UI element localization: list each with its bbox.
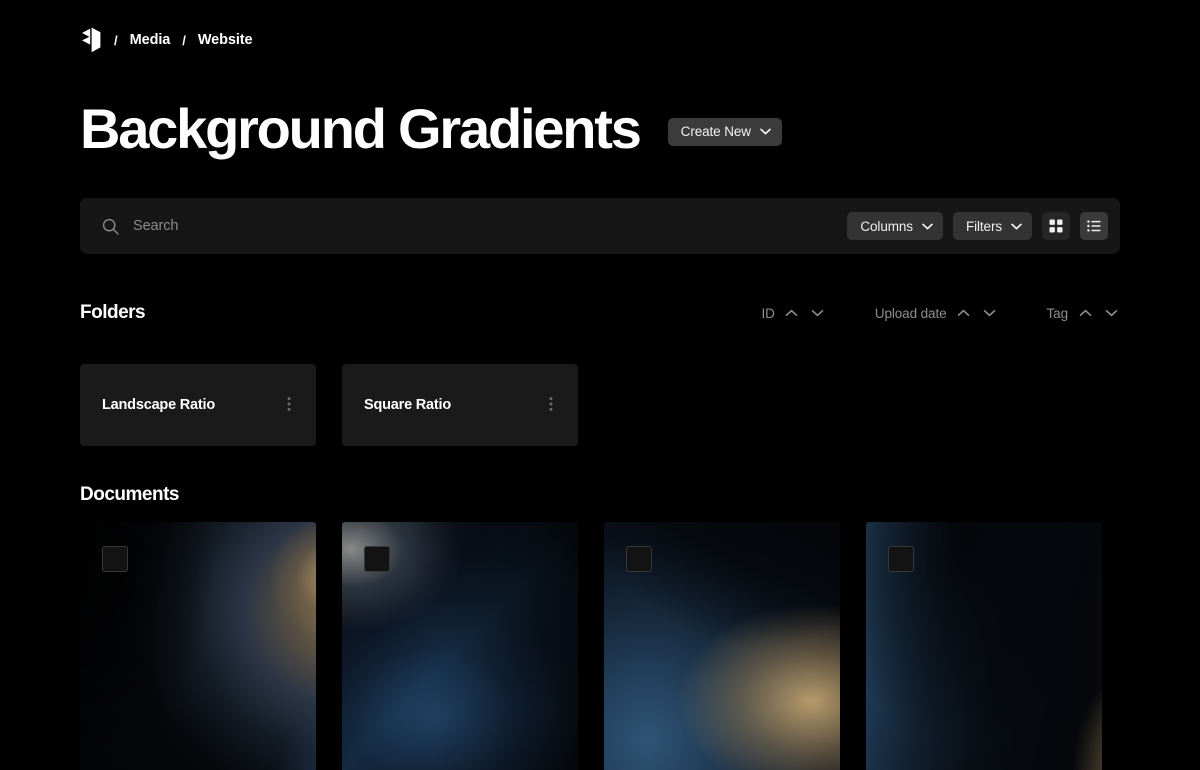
checkbox-unchecked-icon[interactable] bbox=[888, 546, 914, 572]
document-card[interactable] bbox=[604, 522, 840, 770]
filters-dropdown[interactable]: Filters bbox=[953, 212, 1032, 240]
sort-label-id: ID bbox=[762, 306, 775, 321]
sort-label-upload-date: Upload date bbox=[875, 306, 947, 321]
breadcrumb-item-media[interactable]: Media bbox=[130, 33, 171, 48]
documents-title: Documents bbox=[80, 484, 179, 506]
search-field-wrapper[interactable] bbox=[80, 198, 847, 254]
more-vertical-icon bbox=[549, 396, 553, 415]
folder-name: Landscape Ratio bbox=[102, 397, 215, 413]
folder-grid: Landscape Ratio Square Ratio bbox=[80, 364, 1120, 446]
sort-controls: ID Upload date bbox=[762, 304, 1121, 322]
checkbox-unchecked-icon[interactable] bbox=[626, 546, 652, 572]
document-grid bbox=[80, 522, 1120, 770]
page-title: Background Gradients bbox=[80, 100, 640, 157]
sort-group-tag: Tag bbox=[1047, 304, 1120, 322]
columns-dropdown[interactable]: Columns bbox=[847, 212, 943, 240]
sort-desc-tag[interactable] bbox=[1102, 304, 1120, 322]
breadcrumb-separator-2: / bbox=[182, 34, 186, 47]
filters-label: Filters bbox=[966, 219, 1002, 234]
search-toolbar: Columns Filters bbox=[80, 198, 1120, 254]
checkbox-unchecked-icon[interactable] bbox=[102, 546, 128, 572]
media-library-page: / Media / Website Background Gradients C… bbox=[0, 0, 1200, 770]
search-input[interactable] bbox=[133, 198, 847, 254]
chevron-up-icon bbox=[957, 309, 970, 317]
sort-group-id: ID bbox=[762, 304, 827, 322]
documents-section-header: Documents bbox=[80, 484, 179, 506]
sort-asc-id[interactable] bbox=[783, 304, 801, 322]
list-view-button[interactable] bbox=[1080, 212, 1108, 240]
create-new-label: Create New bbox=[681, 124, 751, 139]
checkbox-unchecked-icon[interactable] bbox=[364, 546, 390, 572]
document-card[interactable] bbox=[866, 522, 1102, 770]
folder-menu-button[interactable] bbox=[280, 395, 298, 415]
chevron-down-icon bbox=[1105, 309, 1118, 317]
create-new-button[interactable]: Create New bbox=[668, 118, 782, 146]
document-card[interactable] bbox=[342, 522, 578, 770]
grid-view-icon bbox=[1048, 218, 1064, 234]
chevron-down-icon bbox=[1011, 223, 1022, 230]
breadcrumb-item-website[interactable]: Website bbox=[198, 33, 253, 48]
document-card[interactable] bbox=[80, 522, 316, 770]
sort-label-tag: Tag bbox=[1047, 306, 1068, 321]
folder-name: Square Ratio bbox=[364, 397, 451, 413]
sort-asc-tag[interactable] bbox=[1076, 304, 1094, 322]
sort-asc-upload-date[interactable] bbox=[955, 304, 973, 322]
columns-label: Columns bbox=[860, 219, 913, 234]
folders-section-header: Folders ID bbox=[80, 302, 1120, 325]
breadcrumb-separator-1: / bbox=[114, 34, 118, 47]
search-icon bbox=[102, 218, 119, 235]
chevron-down-icon bbox=[922, 223, 933, 230]
breadcrumb: / Media / Website bbox=[80, 26, 252, 54]
page-header: Background Gradients Create New bbox=[80, 100, 782, 157]
more-vertical-icon bbox=[287, 396, 291, 415]
grid-view-button[interactable] bbox=[1042, 212, 1070, 240]
chevron-up-icon bbox=[785, 309, 798, 317]
folder-menu-button[interactable] bbox=[542, 395, 560, 415]
folders-title: Folders bbox=[80, 302, 145, 325]
chevron-down-icon bbox=[811, 309, 824, 317]
sort-group-upload-date: Upload date bbox=[875, 304, 999, 322]
toolbar-controls: Columns Filters bbox=[847, 212, 1108, 240]
chevron-up-icon bbox=[1079, 309, 1092, 317]
folder-card-landscape-ratio[interactable]: Landscape Ratio bbox=[80, 364, 316, 446]
chevron-down-icon bbox=[760, 128, 771, 135]
sort-desc-id[interactable] bbox=[809, 304, 827, 322]
cube-logo-icon[interactable] bbox=[80, 27, 102, 53]
sort-desc-upload-date[interactable] bbox=[981, 304, 999, 322]
list-view-icon bbox=[1086, 218, 1102, 234]
folder-card-square-ratio[interactable]: Square Ratio bbox=[342, 364, 578, 446]
chevron-down-icon bbox=[983, 309, 996, 317]
